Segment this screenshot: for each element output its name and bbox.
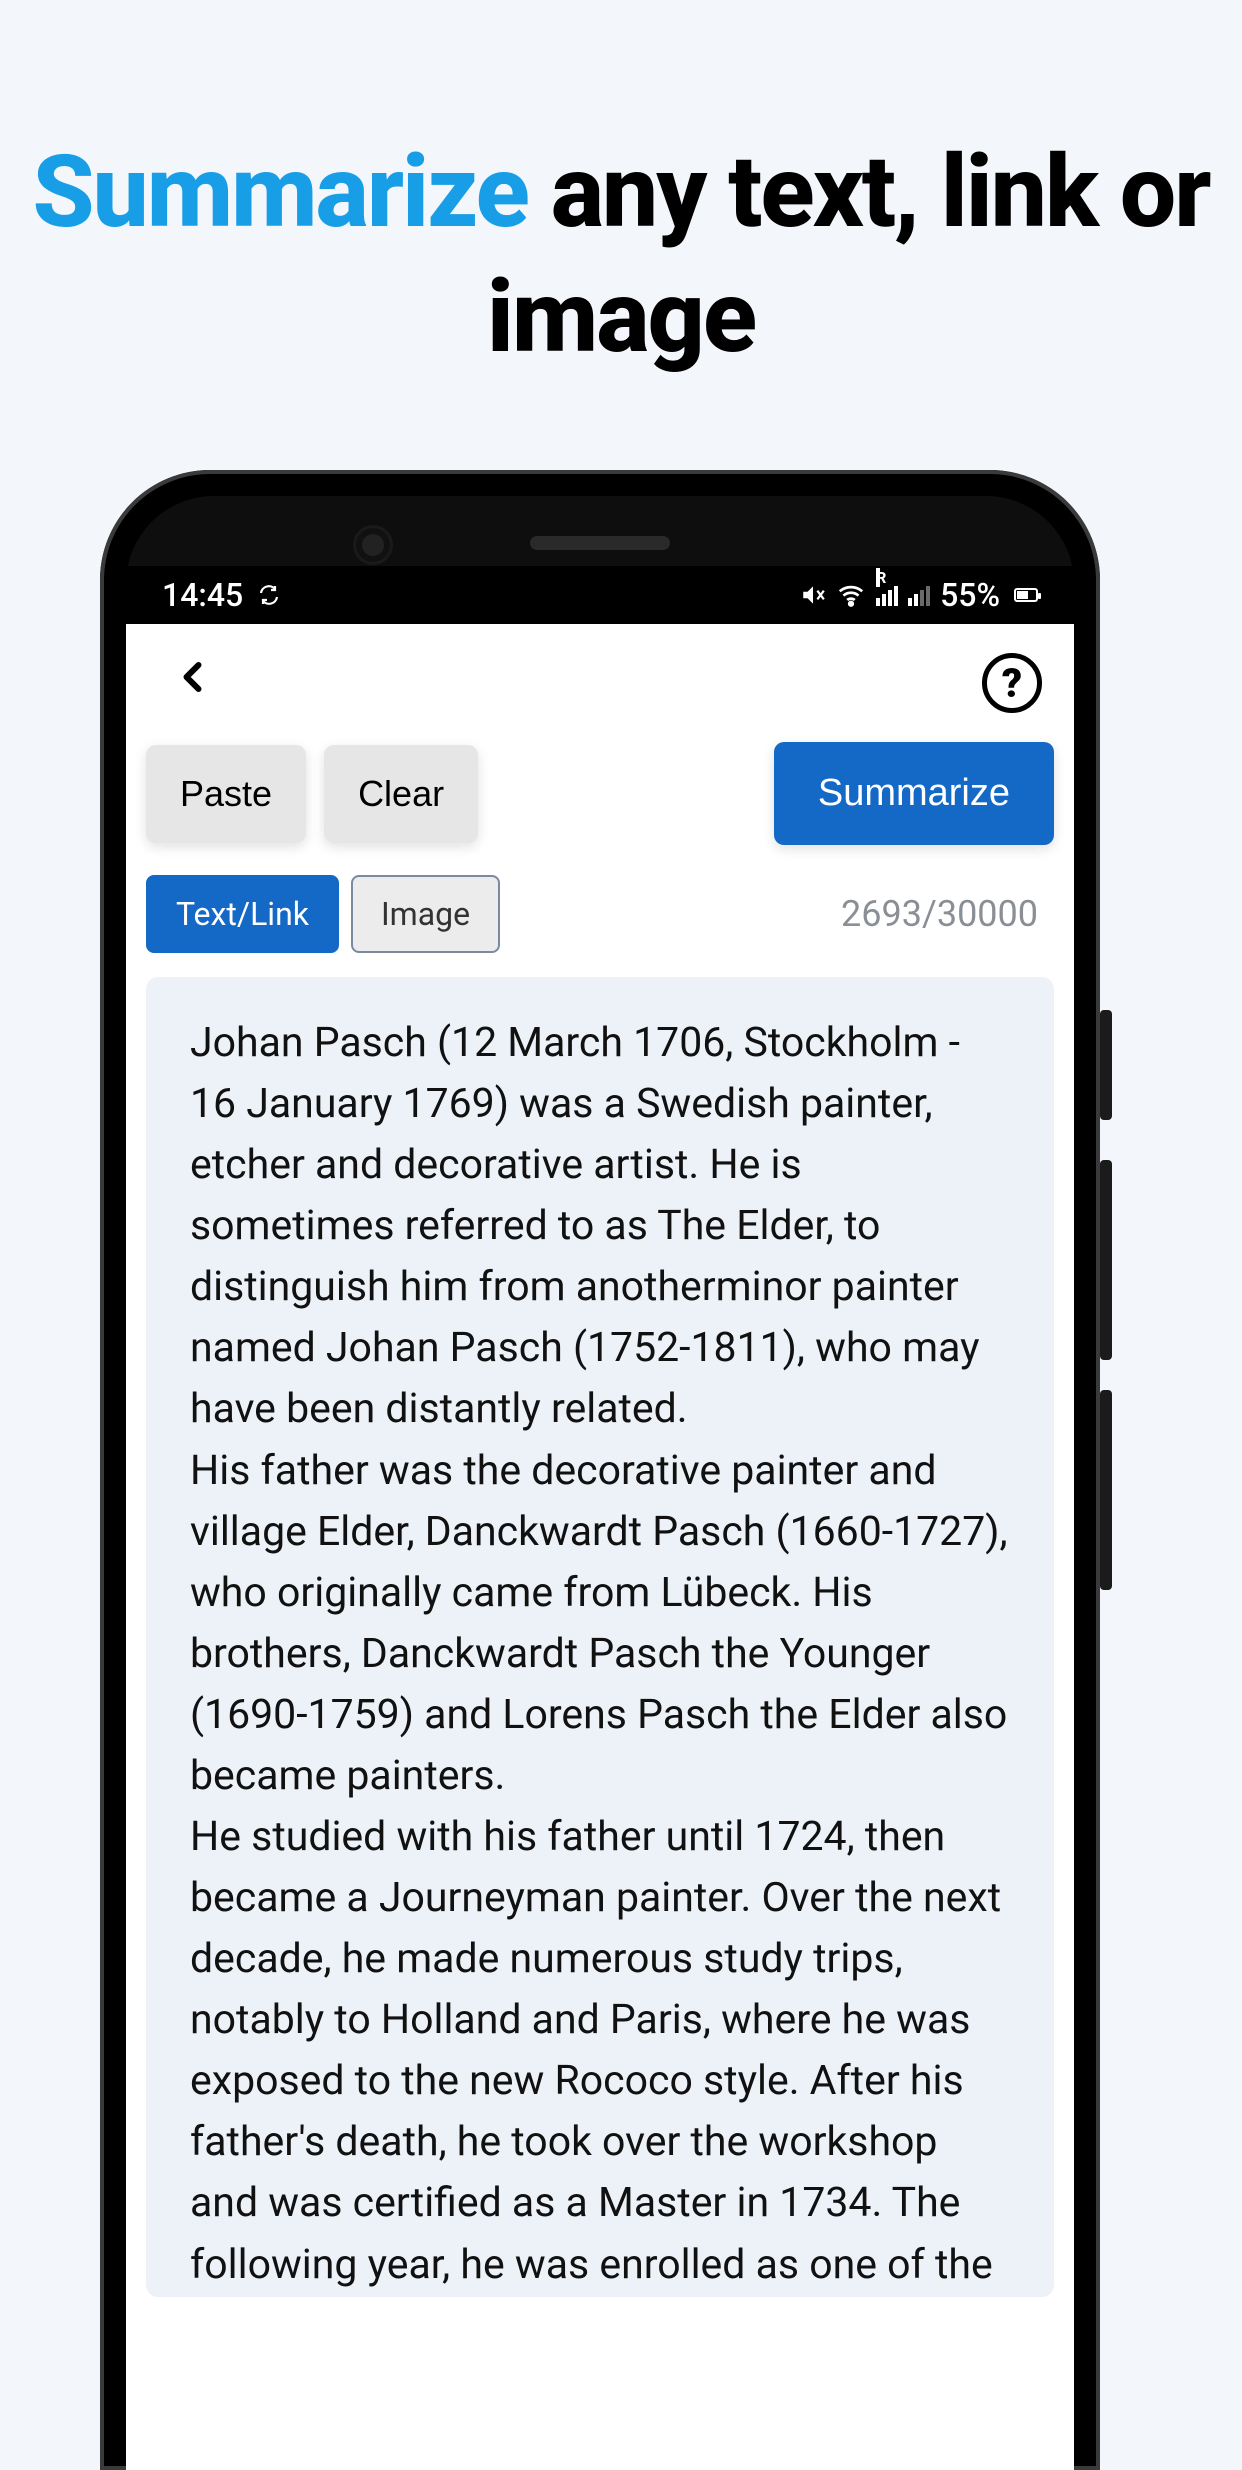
tabs-row: Text/Link Image 2693/30000 (126, 875, 1074, 971)
content-paragraph: He studied with his father until 1724, t… (190, 1807, 1010, 2297)
promo-headline: Summarize any text, link or image (0, 130, 1242, 380)
battery-icon (1014, 588, 1038, 602)
phone-notch (126, 496, 1074, 566)
app-content: ? Paste Clear Summarize Text/Link Image … (126, 624, 1074, 2470)
back-button[interactable] (158, 640, 230, 727)
sync-icon (257, 583, 281, 607)
toolbar: Paste Clear Summarize (126, 742, 1074, 875)
status-bar: 14:45 (126, 566, 1074, 624)
app-bar: ? (126, 624, 1074, 742)
phone-screen: 14:45 (126, 496, 1074, 2470)
status-time: 14:45 (162, 576, 243, 614)
signal-icon (908, 584, 930, 606)
power-button (1100, 1010, 1112, 1120)
char-counter: 2693/30000 (841, 893, 1054, 935)
volume-down-button (1100, 1390, 1112, 1590)
wifi-icon (836, 580, 866, 610)
camera-dot (356, 528, 390, 562)
help-button[interactable]: ? (982, 653, 1042, 713)
mute-icon (800, 582, 826, 608)
headline-rest: any text, link or image (487, 134, 1210, 376)
speaker-slot (530, 536, 670, 550)
signal-roaming-icon: R (876, 584, 898, 606)
paste-button[interactable]: Paste (146, 745, 306, 843)
phone-frame: 14:45 (100, 470, 1100, 2470)
headline-accent: Summarize (32, 134, 527, 251)
tab-image[interactable]: Image (351, 875, 500, 953)
volume-up-button (1100, 1160, 1112, 1360)
battery-text: 55% (940, 576, 1000, 614)
content-paragraph: Johan Pasch (12 March 1706, Stockholm - … (190, 1013, 1010, 1441)
help-icon: ? (1002, 660, 1022, 707)
content-paragraph: His father was the decorative painter an… (190, 1441, 1010, 1807)
summarize-button[interactable]: Summarize (774, 742, 1054, 845)
tab-text-link[interactable]: Text/Link (146, 875, 339, 953)
clear-button[interactable]: Clear (324, 745, 478, 843)
chevron-left-icon (176, 652, 212, 702)
input-text-panel[interactable]: Johan Pasch (12 March 1706, Stockholm - … (146, 977, 1054, 2297)
